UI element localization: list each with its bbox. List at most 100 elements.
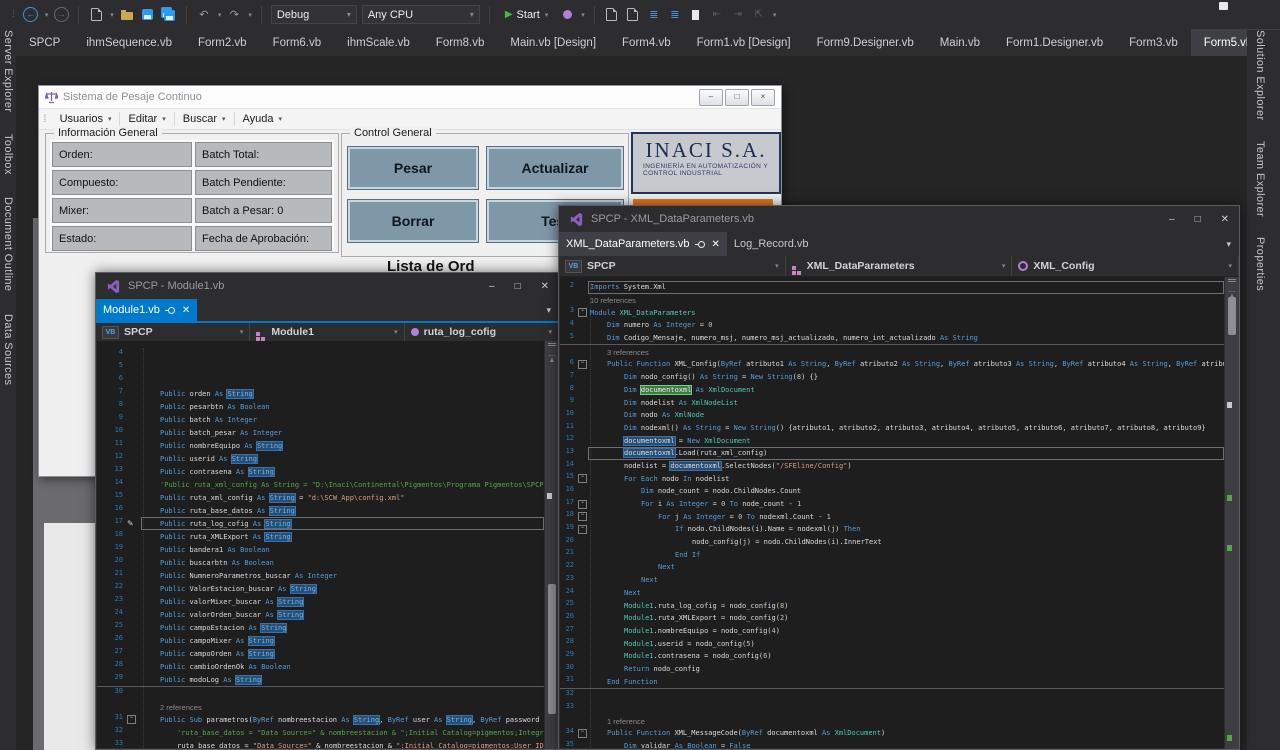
new-file-chevron-icon[interactable]: ▾ [110, 11, 114, 19]
fold-collapse-icon[interactable]: − [578, 360, 587, 369]
form-close-button[interactable]: × [751, 89, 775, 106]
document-tab[interactable]: Form9.Designer.vb [804, 29, 927, 56]
nav-type-dropdown[interactable]: XML_DataParameters▾ [786, 256, 1013, 276]
codelens-references[interactable]: 10 references [588, 294, 636, 307]
module1-minimize-button[interactable]: ‒ [489, 281, 495, 292]
side-panel-tab[interactable]: Server Explorer [2, 30, 14, 112]
module1-scrollbar[interactable]: ▲ [545, 341, 559, 749]
module1-code-editor[interactable]: 4567Public orden As String8Public pesarb… [97, 341, 544, 748]
scroll-up-icon[interactable]: ▲ [545, 356, 559, 366]
document-tab[interactable]: Form2.vb [185, 29, 260, 56]
actualizar-button[interactable]: Actualizar [486, 146, 624, 190]
navigate-back-chevron-icon[interactable]: ▾ [45, 11, 49, 19]
tab-list-chevron-icon[interactable]: ▾ [1226, 239, 1231, 250]
solution-configuration-select[interactable]: Debug▾ [271, 5, 357, 24]
tab-module1[interactable]: Module1.vb ✕ [96, 299, 197, 321]
nav-member-dropdown[interactable]: XML_Config▾ [1012, 256, 1239, 276]
redo-chevron-icon[interactable]: ▾ [248, 11, 252, 19]
pin-icon[interactable] [168, 307, 175, 314]
window-chrome-icon[interactable] [1219, 2, 1228, 10]
undo-chevron-icon[interactable]: ▾ [218, 11, 222, 19]
document-tab[interactable]: Form1.vb [Design] [684, 29, 804, 56]
borrar-button[interactable]: Borrar [347, 199, 479, 243]
bookmark-chevron-icon[interactable]: ▾ [773, 11, 777, 19]
side-panel-tab[interactable]: Team Explorer [1254, 141, 1266, 217]
fold-collapse-icon[interactable]: − [127, 715, 136, 724]
xml-maximize-button[interactable]: □ [1195, 214, 1201, 225]
document-tab[interactable]: Form8.vb [423, 29, 498, 56]
scrollbar-thumb[interactable] [548, 584, 556, 714]
indent-lines-icon[interactable]: ≣ [646, 7, 662, 23]
fold-collapse-icon[interactable]: − [578, 308, 587, 317]
module1-titlebar[interactable]: SPCP - Module1.vb ‒ □ ✕ [96, 273, 559, 299]
save-icon[interactable] [140, 7, 156, 23]
bookmark-prev-icon[interactable]: ⇤ [709, 7, 725, 23]
navigate-forward-icon[interactable]: → [53, 7, 69, 23]
doc-pair-icon-1[interactable] [604, 7, 620, 23]
xml-close-button[interactable]: ✕ [1221, 214, 1229, 225]
nav-type-dropdown[interactable]: Module1▾ [250, 323, 404, 341]
navigate-back-icon[interactable]: ← [23, 7, 39, 23]
menu-item-editar[interactable]: Editar▾ [120, 109, 173, 129]
attach-chevron-icon[interactable]: ▾ [581, 11, 585, 19]
scrollbar-thumb[interactable] [1228, 297, 1236, 335]
codelens-references[interactable]: 1 reference [588, 714, 645, 727]
close-tab-icon[interactable]: ✕ [182, 305, 190, 316]
fold-collapse-icon[interactable]: − [578, 474, 587, 483]
start-debugging-button[interactable]: ▶ Start ▾ [499, 5, 554, 25]
side-panel-tab[interactable]: Toolbox [2, 134, 14, 175]
bookmark-clear-icon[interactable]: ⇱ [751, 7, 767, 23]
menu-grip[interactable]: ⁞⁞ [43, 114, 45, 125]
side-panel-tab[interactable]: Solution Explorer [1254, 30, 1266, 121]
tab-log-record[interactable]: Log_Record.vb [727, 232, 816, 256]
form-titlebar[interactable]: Sistema de Pesaje Continuo ‒ □ × [39, 86, 781, 109]
tab-list-chevron-icon[interactable]: ▾ [546, 305, 551, 316]
redo-icon[interactable]: ↷ [226, 7, 242, 23]
pin-icon[interactable] [698, 241, 705, 248]
undo-icon[interactable]: ↶ [196, 7, 212, 23]
form-minimize-button[interactable]: ‒ [699, 89, 723, 106]
document-tab[interactable]: ihmScale.vb [334, 29, 423, 56]
solution-platform-select[interactable]: Any CPU▾ [362, 5, 480, 24]
doc-pair-icon-2[interactable] [625, 7, 641, 23]
open-file-icon[interactable] [119, 7, 135, 23]
document-tab[interactable]: ihmSequence.vb [73, 29, 185, 56]
fold-collapse-icon[interactable]: − [578, 500, 587, 509]
nav-project-dropdown[interactable]: VB SPCP▾ [559, 256, 786, 276]
document-tab[interactable]: Main.vb [Design] [497, 29, 609, 56]
document-tab[interactable]: Form1.Designer.vb [993, 29, 1116, 56]
tab-xml-dataparameters[interactable]: XML_DataParameters.vb ✕ [559, 232, 727, 256]
menu-item-usuarios[interactable]: Usuarios▾ [52, 109, 120, 129]
xml-minimize-button[interactable]: ‒ [1169, 214, 1175, 225]
form-maximize-button[interactable]: □ [725, 89, 749, 106]
fold-collapse-icon[interactable]: − [578, 525, 587, 534]
xml-code-editor[interactable]: 2Imports System.Xml10 references3−Module… [560, 277, 1224, 748]
menu-item-buscar[interactable]: Buscar▾ [175, 109, 234, 129]
document-tab[interactable]: Form6.vb [260, 29, 335, 56]
editor-split-handle[interactable] [1228, 279, 1236, 292]
close-tab-icon[interactable]: ✕ [712, 239, 720, 250]
bookmark-icon[interactable] [688, 7, 704, 23]
new-file-icon[interactable] [88, 7, 104, 23]
codelens-references[interactable]: 2 references [141, 700, 202, 713]
save-all-icon[interactable] [161, 7, 177, 23]
bookmark-next-icon[interactable]: ⇥ [730, 7, 746, 23]
side-panel-tab[interactable]: Document Outline [2, 197, 14, 291]
document-tab[interactable]: Main.vb [927, 29, 993, 56]
xml-titlebar[interactable]: SPCP - XML_DataParameters.vb ‒ □ ✕ [559, 206, 1239, 232]
toolbar-grip[interactable]: ⁞ [12, 9, 14, 20]
attach-process-icon[interactable] [559, 7, 575, 23]
fold-collapse-icon[interactable]: − [578, 729, 587, 738]
module1-maximize-button[interactable]: □ [515, 281, 521, 292]
fold-collapse-icon[interactable]: − [578, 512, 587, 521]
menu-item-ayuda[interactable]: Ayuda▾ [235, 109, 291, 129]
editor-split-handle[interactable] [548, 343, 556, 356]
xml-scrollbar[interactable]: ▲ [1225, 277, 1239, 749]
module1-close-button[interactable]: ✕ [541, 281, 549, 292]
outdent-lines-icon[interactable]: ≣ [667, 7, 683, 23]
codelens-references[interactable]: 3 references [588, 345, 649, 358]
document-tab[interactable]: SPCP [16, 29, 73, 56]
nav-project-dropdown[interactable]: VB SPCP▾ [96, 323, 250, 341]
document-tab[interactable]: Form4.vb [609, 29, 684, 56]
pesar-button[interactable]: Pesar [347, 146, 479, 190]
